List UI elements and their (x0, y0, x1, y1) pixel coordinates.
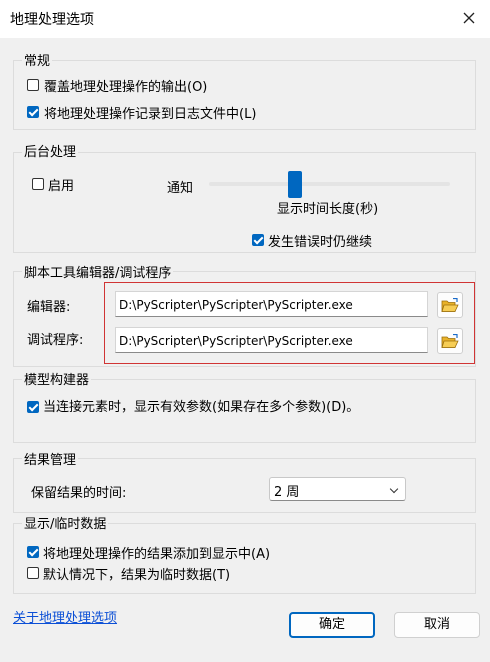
add-to-display-checkbox[interactable] (27, 546, 39, 558)
background-enable-checkbox[interactable] (32, 178, 44, 190)
editor-browse-button[interactable] (437, 292, 463, 318)
keep-results-label: 保留结果的时间: (31, 486, 127, 501)
results-group-title: 结果管理 (22, 449, 79, 468)
debugger-path-input[interactable]: D:\PyScripter\PyScripter\PyScripter.exe (115, 327, 428, 353)
ok-button[interactable]: 确定 (289, 612, 375, 638)
background-group-title: 后台处理 (22, 141, 79, 160)
show-valid-params-label: 当连接元素时，显示有效参数(如果存在多个参数)(D)。 (43, 400, 360, 415)
overwrite-output-checkbox[interactable] (27, 79, 39, 91)
duration-label: 显示时间长度(秒) (277, 202, 379, 217)
about-options-link[interactable]: 关于地理处理选项 (13, 607, 117, 626)
folder-open-icon (441, 297, 459, 312)
notify-duration-slider-thumb[interactable] (288, 171, 302, 198)
log-to-file-checkbox[interactable] (27, 106, 39, 118)
general-group-title: 常规 (22, 50, 53, 69)
temp-data-checkbox[interactable] (27, 567, 39, 579)
notify-duration-slider-track (209, 182, 450, 186)
temp-data-label: 默认情况下，结果为临时数据(T) (43, 568, 231, 583)
background-enable-label: 启用 (48, 179, 75, 194)
add-to-display-label: 将地理处理操作的结果添加到显示中(A) (43, 547, 271, 562)
chevron-down-icon (389, 484, 399, 494)
close-button[interactable] (454, 4, 484, 32)
script-editor-group-title: 脚本工具编辑器/调试程序 (22, 262, 174, 281)
notify-label: 通知 (167, 181, 194, 196)
keep-results-select[interactable]: 2 周 (269, 477, 406, 501)
modelbuilder-group-title: 模型构建器 (22, 369, 92, 388)
display-group-title: 显示/临时数据 (22, 513, 109, 532)
overwrite-output-label: 覆盖地理处理操作的输出(O) (44, 80, 208, 95)
window-title: 地理处理选项 (10, 12, 94, 28)
debugger-label: 调试程序: (27, 333, 84, 348)
debugger-browse-button[interactable] (437, 328, 463, 354)
title-bar: 地理处理选项 (0, 0, 490, 38)
editor-label: 编辑器: (27, 300, 71, 315)
continue-on-error-checkbox[interactable] (252, 234, 264, 246)
show-valid-params-checkbox[interactable] (27, 401, 39, 413)
log-to-file-label: 将地理处理操作记录到日志文件中(L) (44, 107, 257, 122)
cancel-button[interactable]: 取消 (394, 612, 480, 638)
folder-open-icon (441, 333, 459, 348)
continue-on-error-label: 发生错误时仍继续 (268, 235, 373, 250)
editor-path-input[interactable]: D:\PyScripter\PyScripter\PyScripter.exe (115, 291, 428, 317)
close-icon (463, 12, 475, 24)
keep-results-value: 2 周 (274, 485, 300, 500)
background-group (13, 152, 476, 253)
